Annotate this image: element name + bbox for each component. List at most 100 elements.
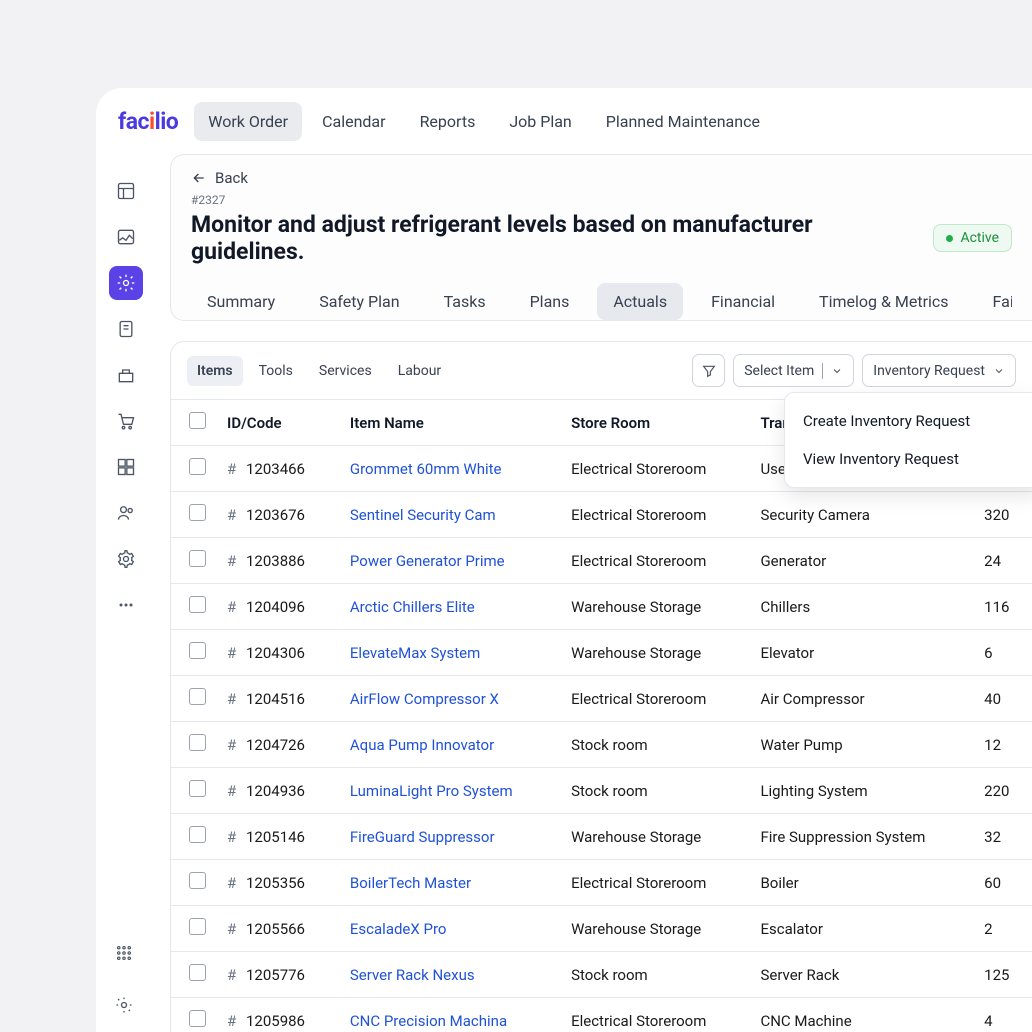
cell-store: Stock room bbox=[557, 768, 746, 814]
cell-id: # 1205356 bbox=[213, 860, 336, 906]
item-link[interactable]: Grommet 60mm White bbox=[350, 460, 502, 478]
subtab[interactable]: Safety Plan bbox=[303, 283, 415, 320]
item-link[interactable]: FireGuard Suppressor bbox=[350, 828, 495, 846]
sidebar-item-workorder[interactable] bbox=[109, 266, 143, 300]
cell-store: Electrical Storeroom bbox=[557, 446, 746, 492]
status-dot-icon bbox=[946, 235, 953, 242]
row-checkbox[interactable] bbox=[189, 734, 206, 751]
bottom-settings-icon[interactable] bbox=[107, 988, 141, 1022]
page-title: Monitor and adjust refrigerant levels ba… bbox=[191, 211, 919, 265]
item-link[interactable]: Sentinel Security Cam bbox=[350, 506, 496, 524]
sidebar-item-settings[interactable] bbox=[109, 542, 143, 576]
item-link[interactable]: Arctic Chillers Elite bbox=[350, 598, 475, 616]
subtab[interactable]: Plans bbox=[514, 283, 586, 320]
chevron-down-icon bbox=[831, 365, 843, 377]
sidebar-item-grid[interactable] bbox=[109, 450, 143, 484]
cell-id: # 1205146 bbox=[213, 814, 336, 860]
row-checkbox[interactable] bbox=[189, 826, 206, 843]
inventory-request-label: Inventory Request bbox=[873, 363, 985, 379]
back-button[interactable]: Back bbox=[191, 169, 1012, 187]
col-storeroom: Store Room bbox=[557, 400, 746, 446]
filter-button[interactable] bbox=[692, 354, 725, 387]
cell-store: Warehouse Storage bbox=[557, 906, 746, 952]
app-launcher-icon[interactable] bbox=[107, 936, 141, 970]
segment-tab[interactable]: Labour bbox=[388, 356, 451, 386]
table-row: # 1205146FireGuard SuppressorWarehouse S… bbox=[171, 814, 1032, 860]
sidebar-item-users[interactable] bbox=[109, 496, 143, 530]
item-link[interactable]: Aqua Pump Innovator bbox=[350, 736, 494, 754]
cell-id: # 1203466 bbox=[213, 446, 336, 492]
row-checkbox[interactable] bbox=[189, 642, 206, 659]
select-item-button[interactable]: Select Item bbox=[733, 354, 854, 387]
cell-txn: Elevator bbox=[746, 630, 970, 676]
segment-tab[interactable]: Services bbox=[309, 356, 382, 386]
row-checkbox[interactable] bbox=[189, 550, 206, 567]
sidebar-item-assets[interactable] bbox=[109, 220, 143, 254]
item-link[interactable]: Server Rack Nexus bbox=[350, 966, 475, 984]
inventory-request-dropdown: Create Inventory RequestView Inventory R… bbox=[784, 392, 1032, 488]
row-checkbox[interactable] bbox=[189, 504, 206, 521]
item-link[interactable]: BoilerTech Master bbox=[350, 874, 471, 892]
table-row: # 1204096Arctic Chillers EliteWarehouse … bbox=[171, 584, 1032, 630]
cell-txn: Lighting System bbox=[746, 768, 970, 814]
table-panel: ItemsToolsServicesLabour Select Item Inv… bbox=[170, 341, 1032, 1032]
cell-store: Electrical Storeroom bbox=[557, 676, 746, 722]
segment-tab[interactable]: Items bbox=[187, 356, 243, 386]
item-link[interactable]: Power Generator Prime bbox=[350, 552, 505, 570]
row-checkbox[interactable] bbox=[189, 688, 206, 705]
item-link[interactable]: AirFlow Compressor X bbox=[350, 690, 499, 708]
subtab[interactable]: Actuals bbox=[597, 283, 683, 320]
sidebar-item-docs[interactable] bbox=[109, 312, 143, 346]
row-checkbox[interactable] bbox=[189, 780, 206, 797]
dropdown-item[interactable]: View Inventory Request bbox=[785, 440, 1032, 478]
topnav-item[interactable]: Planned Maintenance bbox=[592, 102, 774, 141]
cell-qty: 125 bbox=[970, 952, 1032, 998]
table-row: # 1205566EscaladeX ProWarehouse StorageE… bbox=[171, 906, 1032, 952]
topnav-item[interactable]: Reports bbox=[406, 102, 490, 141]
topnav-item[interactable]: Job Plan bbox=[495, 102, 585, 141]
select-all-checkbox[interactable] bbox=[189, 412, 206, 429]
item-link[interactable]: LuminaLight Pro System bbox=[350, 782, 513, 800]
item-link[interactable]: CNC Precision Machina bbox=[350, 1012, 507, 1030]
topnav-item[interactable]: Work Order bbox=[194, 102, 302, 141]
cell-qty: 220 bbox=[970, 768, 1032, 814]
select-item-label: Select Item bbox=[744, 363, 814, 379]
cell-qty: 6 bbox=[970, 630, 1032, 676]
topnav-item[interactable]: Calendar bbox=[308, 102, 399, 141]
cell-txn: CNC Machine bbox=[746, 998, 970, 1032]
item-link[interactable]: ElevateMax System bbox=[350, 644, 480, 662]
subtab[interactable]: Timelog & Metrics bbox=[803, 283, 964, 320]
subtab[interactable]: Tasks bbox=[428, 283, 502, 320]
row-checkbox[interactable] bbox=[189, 458, 206, 475]
row-checkbox[interactable] bbox=[189, 872, 206, 889]
sidebar-item-dashboard[interactable] bbox=[109, 174, 143, 208]
inventory-request-button[interactable]: Inventory Request bbox=[862, 354, 1016, 387]
sidebar-item-cart[interactable] bbox=[109, 404, 143, 438]
item-link[interactable]: EscaladeX Pro bbox=[350, 920, 447, 938]
cell-id: # 1205566 bbox=[213, 906, 336, 952]
cell-txn: Server Rack bbox=[746, 952, 970, 998]
row-checkbox[interactable] bbox=[189, 596, 206, 613]
cell-qty: 2 bbox=[970, 906, 1032, 952]
subtab[interactable]: Summary bbox=[191, 283, 291, 320]
table-row: # 1205986CNC Precision MachinaElectrical… bbox=[171, 998, 1032, 1032]
sidebar-item-more[interactable] bbox=[109, 588, 143, 622]
cell-txn: Air Compressor bbox=[746, 676, 970, 722]
row-checkbox[interactable] bbox=[189, 1010, 206, 1027]
cell-txn: Chillers bbox=[746, 584, 970, 630]
sidebar-item-inventory[interactable] bbox=[109, 358, 143, 392]
cell-store: Electrical Storeroom bbox=[557, 998, 746, 1032]
cell-qty: 12 bbox=[970, 722, 1032, 768]
subtab[interactable]: Financial bbox=[695, 283, 791, 320]
subtabs: Summary Safety Plan Tasks Plans Actuals Finan… bbox=[191, 283, 1012, 320]
cell-qty: 320 bbox=[970, 492, 1032, 538]
row-checkbox[interactable] bbox=[189, 964, 206, 981]
segment-tab[interactable]: Tools bbox=[249, 356, 303, 386]
cell-store: Electrical Storeroom bbox=[557, 538, 746, 584]
cell-id: # 1203886 bbox=[213, 538, 336, 584]
subtab[interactable]: Failure Report bbox=[977, 283, 1012, 320]
cell-id: # 1204726 bbox=[213, 722, 336, 768]
dropdown-item[interactable]: Create Inventory Request bbox=[785, 402, 1032, 440]
row-checkbox[interactable] bbox=[189, 918, 206, 935]
table-row: # 1205356BoilerTech MasterElectrical Sto… bbox=[171, 860, 1032, 906]
